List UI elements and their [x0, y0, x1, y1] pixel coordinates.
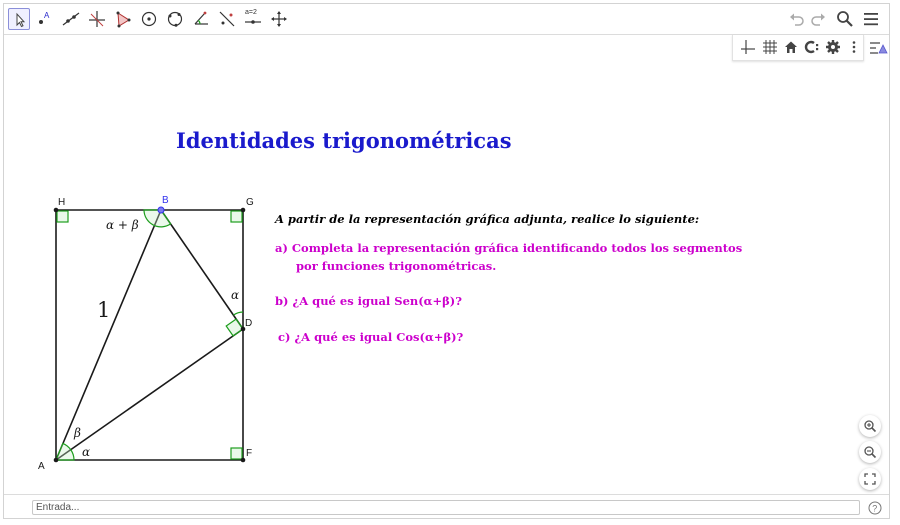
zoom-out-button[interactable] — [859, 441, 881, 463]
circle-three-points-icon — [167, 11, 183, 27]
item-c: c) ¿A qué es igual Cos(α+β)? — [278, 330, 464, 344]
home-icon[interactable] — [782, 38, 800, 56]
angle-icon — [194, 11, 208, 25]
point-b — [157, 206, 165, 214]
point-a-icon: A — [39, 11, 50, 24]
point-tool-button[interactable]: A — [34, 8, 56, 30]
line-through-points-icon — [62, 12, 80, 26]
zoom-in-icon — [864, 420, 877, 433]
label-a: A — [38, 461, 45, 472]
perpendicular-lines-icon — [89, 11, 105, 27]
fullscreen-button[interactable] — [859, 468, 881, 490]
point-a — [53, 457, 59, 463]
slider-tool-label: a=2 — [245, 9, 257, 16]
label-d: D — [245, 318, 252, 329]
reflect-tool-button[interactable] — [216, 8, 238, 30]
move-tool-button[interactable] — [8, 8, 30, 30]
instructions-text: A partir de la representación gráfica ad… — [275, 212, 700, 226]
svg-text:?: ? — [872, 503, 877, 513]
search-icon[interactable] — [835, 9, 855, 29]
graphics-view[interactable]: H B G D F A 1 α + β α β α Identidades tr… — [4, 35, 889, 494]
point-f — [240, 457, 246, 463]
circle-three-points-tool-button[interactable] — [164, 8, 186, 30]
label-alpha-d: α — [231, 288, 239, 302]
point-h — [53, 207, 59, 213]
polygon-tool-button[interactable] — [112, 8, 134, 30]
label-g: G — [246, 197, 254, 208]
reflect-about-line-icon — [219, 11, 235, 27]
item-b: b) ¿A qué es igual Sen(α+β)? — [275, 294, 462, 308]
fullscreen-icon — [864, 473, 876, 485]
right-angle-h — [56, 210, 69, 223]
label-h: H — [58, 197, 65, 208]
angle-arc-d — [233, 311, 244, 316]
point-g — [240, 207, 246, 213]
redo-icon[interactable] — [808, 9, 828, 29]
toolbar: A a=2 — [4, 4, 889, 35]
point-capture-icon[interactable] — [803, 38, 821, 56]
undo-icon[interactable] — [787, 9, 807, 29]
more-icon[interactable] — [845, 38, 863, 56]
perpendicular-line-tool-button[interactable] — [86, 8, 108, 30]
geogebra-app: A a=2 H B G D F A 1 α + β α β α Identida… — [3, 3, 890, 519]
right-angle-g — [230, 210, 243, 223]
item-a-line1: a) Completa la representación gráfica id… — [275, 241, 743, 255]
line-tool-button[interactable] — [60, 8, 82, 30]
stylebar-toggle-icon[interactable] — [868, 39, 888, 57]
zoom-in-button[interactable] — [859, 415, 881, 437]
segment-bd — [160, 209, 244, 330]
help-icon[interactable]: ? — [868, 501, 882, 515]
label-hypotenuse: 1 — [97, 298, 110, 322]
label-alpha-a: α — [82, 445, 90, 459]
move-cross-icon — [271, 11, 287, 27]
input-field[interactable] — [32, 500, 860, 515]
right-angle-f — [230, 447, 243, 460]
zoom-out-icon — [864, 446, 877, 459]
circle-tool-button[interactable] — [138, 8, 160, 30]
circle-center-point-icon — [141, 11, 157, 27]
cursor-arrow-icon — [16, 12, 26, 28]
label-alpha-plus-beta: α + β — [106, 218, 139, 232]
svg-text:A: A — [44, 11, 50, 20]
input-bar: ? — [4, 494, 889, 518]
move-graphics-tool-button[interactable] — [268, 8, 290, 30]
label-beta-a: β — [73, 426, 81, 440]
label-f: F — [246, 448, 252, 459]
item-a-line2: por funciones trigonométricas. — [296, 259, 497, 273]
right-angle-d — [225, 318, 244, 337]
angle-tool-button[interactable] — [190, 8, 212, 30]
label-b: B — [162, 195, 169, 206]
settings-icon[interactable] — [824, 38, 842, 56]
menu-icon[interactable] — [861, 9, 881, 29]
style-bar — [732, 35, 864, 61]
page-title: Identidades trigonométricas — [176, 128, 512, 153]
angle-arc-b — [143, 209, 172, 228]
axes-icon[interactable] — [739, 38, 757, 56]
triangle-icon — [116, 11, 131, 28]
grid-icon[interactable] — [761, 38, 779, 56]
slider-tool-button[interactable]: a=2 — [242, 8, 264, 30]
